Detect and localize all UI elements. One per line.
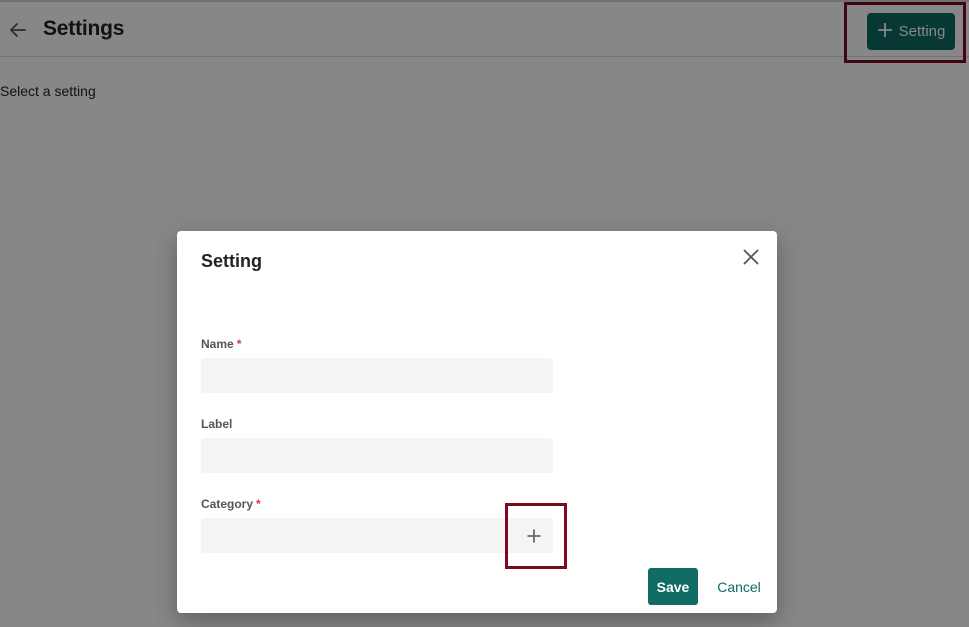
label-field-label: Label — [201, 417, 233, 431]
dialog-title: Setting — [201, 251, 262, 271]
save-button[interactable]: Save — [648, 568, 698, 605]
category-field[interactable] — [201, 518, 553, 553]
required-marker: * — [236, 337, 242, 351]
plus-icon — [527, 529, 541, 542]
setting-dialog: Setting Name * Label Category * Save Cance… — [177, 231, 777, 613]
name-field[interactable] — [201, 358, 553, 393]
name-field-label: Name * — [201, 337, 242, 351]
close-button[interactable] — [739, 245, 763, 269]
label-field[interactable] — [201, 438, 553, 473]
cancel-button[interactable]: Cancel — [709, 568, 769, 605]
settings-page: Settings Setting Select a setting Settin… — [0, 0, 969, 627]
category-field-label: Category * — [201, 497, 261, 511]
required-marker: * — [256, 497, 261, 511]
close-icon — [743, 249, 759, 265]
add-category-button[interactable] — [515, 518, 553, 553]
